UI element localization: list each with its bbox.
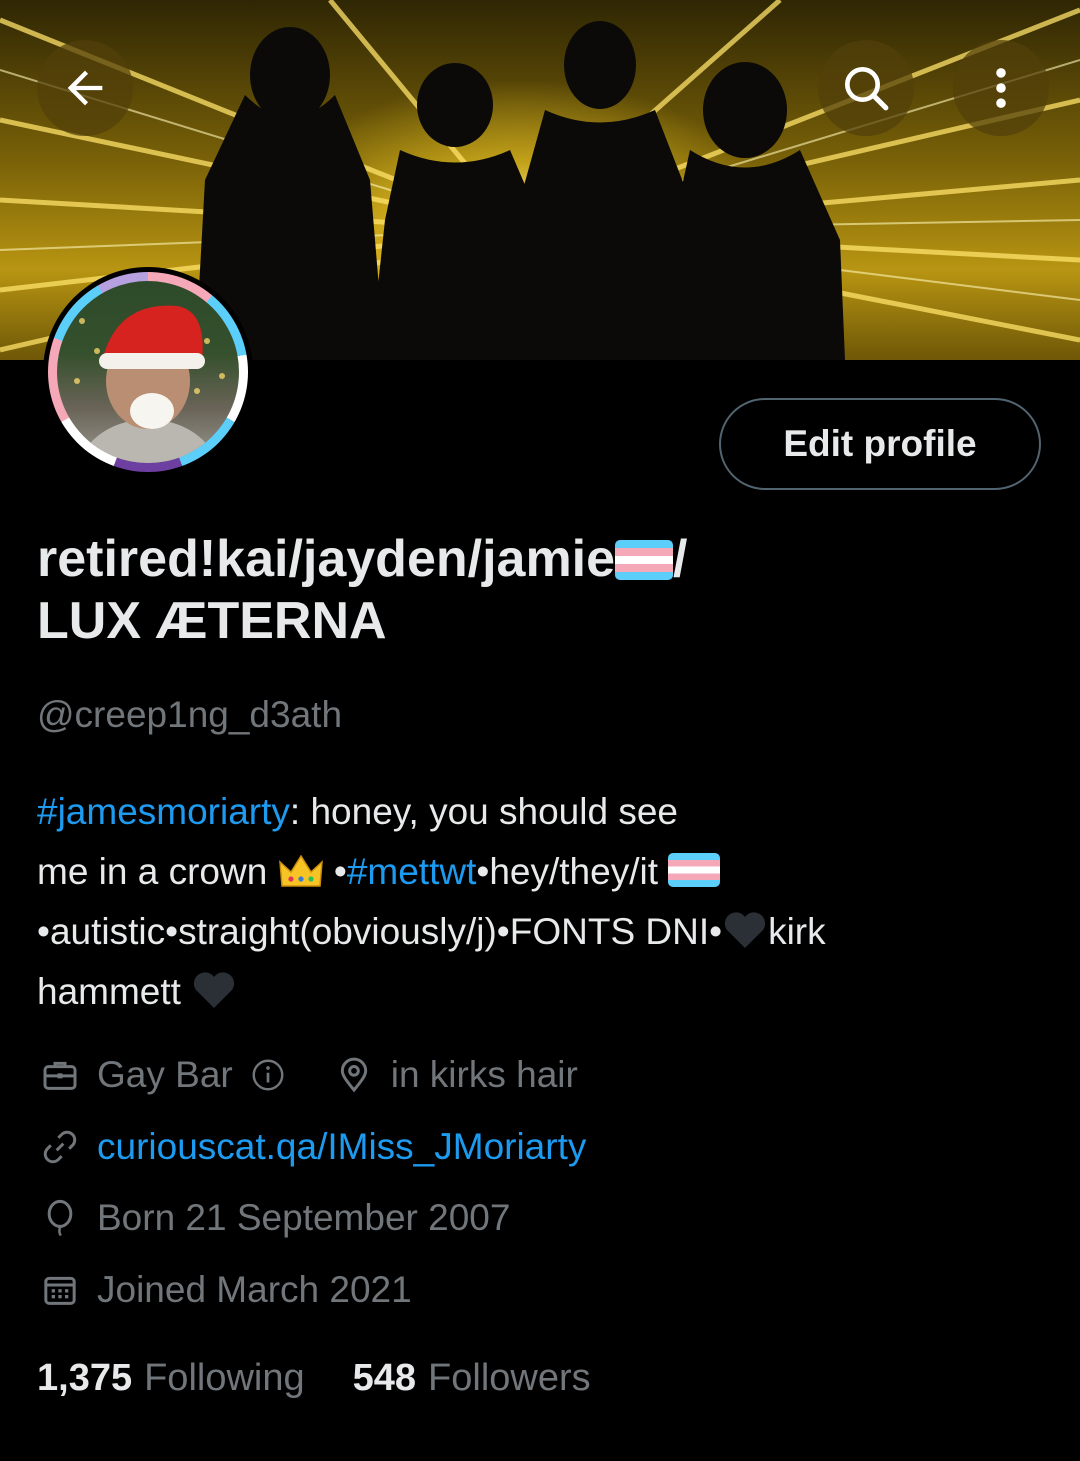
profile-avatar[interactable] [43, 267, 253, 477]
search-button[interactable] [818, 40, 914, 136]
profile-bio: #jamesmoriarty: honey, you should see me… [37, 782, 1047, 1022]
link-icon [37, 1124, 83, 1170]
bio-text: •autistic•straight(obviously/j)•FONTS DN… [37, 911, 723, 952]
display-name: retired!kai/jayden/jamie / LUX ÆTERNA [37, 528, 1037, 652]
briefcase-icon [37, 1052, 83, 1098]
arrow-left-icon [67, 70, 103, 106]
profile-meta-joined: Joined March 2021 [37, 1262, 412, 1318]
avatar-photo [57, 281, 239, 463]
search-icon [845, 67, 889, 111]
joined-label: Joined March 2021 [97, 1269, 412, 1310]
bio-text: hammett [37, 971, 192, 1012]
display-name-line2: LUX ÆTERNA [37, 592, 387, 650]
followers-link[interactable]: 548 Followers [353, 1357, 591, 1400]
transgender-flag-icon [615, 540, 674, 580]
more-options-button[interactable] [953, 40, 1049, 136]
bio-text: kirk [768, 911, 826, 952]
followers-label: Followers [428, 1357, 591, 1399]
user-handle: @creep1ng_d3ath [37, 694, 343, 735]
black-heart-icon [191, 970, 237, 1010]
profile-meta-birthday: Born 21 September 2007 [37, 1190, 510, 1246]
display-name-line1: retired!kai/jayden/jamie [37, 530, 616, 588]
profession-label: Gay Bar [97, 1054, 233, 1095]
following-label: Following [144, 1357, 305, 1399]
back-button[interactable] [37, 40, 133, 136]
profile-meta-website: curiouscat.qa/IMiss_JMoriarty [37, 1119, 586, 1175]
website-link[interactable]: curiouscat.qa/IMiss_JMoriarty [97, 1126, 586, 1168]
crown-emoji-icon [278, 851, 324, 892]
hashtag-jamesmoriarty[interactable]: #jamesmoriarty [37, 791, 290, 832]
location-label: in kirks hair [390, 1054, 578, 1095]
following-count: 1,375 [37, 1357, 133, 1399]
more-vertical-icon [996, 68, 1006, 108]
transgender-flag-icon [668, 853, 721, 887]
birthday-label: Born 21 September 2007 [97, 1197, 511, 1238]
black-heart-icon [722, 910, 768, 950]
bio-text: • [323, 851, 347, 892]
display-name-suffix: / [673, 530, 688, 588]
profile-meta-work-location: Gay Bar in kirks hair [37, 1047, 578, 1103]
bio-text: me in a crown [37, 851, 278, 892]
calendar-icon [37, 1267, 83, 1313]
bio-text: : honey, you should see [289, 791, 678, 832]
bio-text: •hey/they/it [476, 851, 669, 892]
followers-count: 548 [352, 1357, 417, 1399]
balloon-icon [37, 1195, 83, 1241]
following-link[interactable]: 1,375 Following [37, 1357, 305, 1400]
follow-counts: 1,375 Following 548 Followers [37, 1357, 639, 1400]
edit-profile-button[interactable]: Edit profile [719, 398, 1041, 490]
hashtag-mettwt[interactable]: #mettwt [347, 851, 477, 892]
info-icon[interactable] [245, 1052, 291, 1098]
avatar-rainbow-ring [48, 272, 248, 472]
location-pin-icon [331, 1052, 377, 1098]
